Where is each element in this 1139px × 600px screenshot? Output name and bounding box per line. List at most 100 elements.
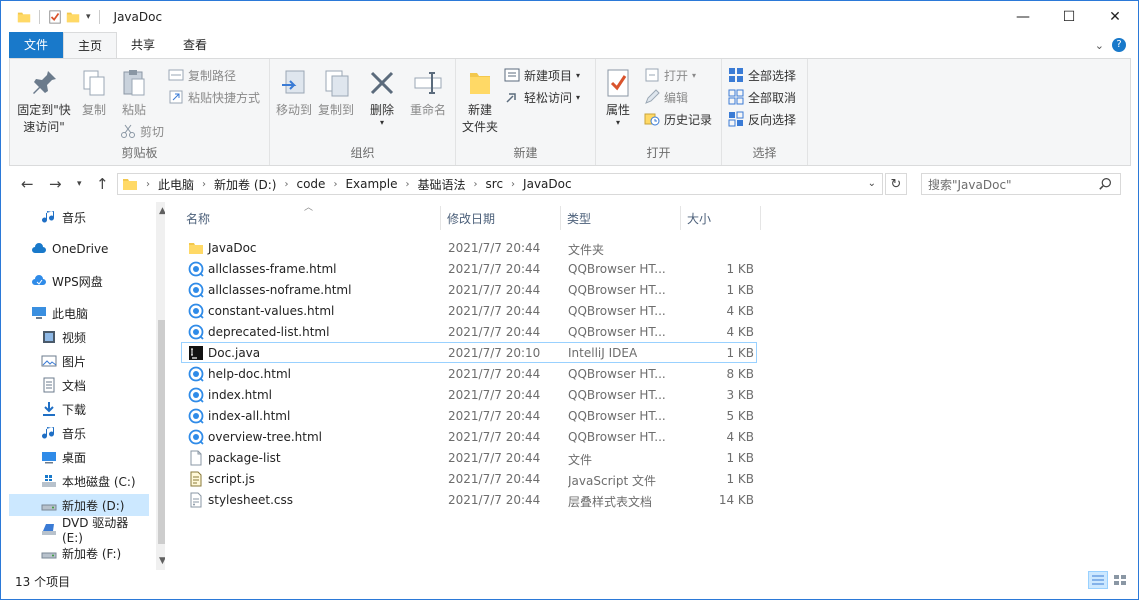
new-item-button[interactable]: 新建项目 ▾ bbox=[504, 65, 580, 85]
history-button[interactable]: 历史记录 bbox=[644, 109, 712, 129]
new-folder-button[interactable]: 新建 文件夹 bbox=[460, 67, 500, 136]
file-row[interactable]: script.js 2021/7/7 20:44 JavaScript 文件 1 KB bbox=[181, 468, 757, 489]
file-modified: 2021/7/7 20:44 bbox=[448, 262, 541, 276]
copy-path-button[interactable]: 复制路径 bbox=[168, 65, 236, 85]
column-divider[interactable] bbox=[760, 206, 761, 230]
file-row[interactable]: JavaDoc 2021/7/7 20:44 文件夹 bbox=[181, 237, 757, 258]
edit-button[interactable]: 编辑 bbox=[644, 87, 688, 107]
file-row[interactable]: help-doc.html 2021/7/7 20:44 QQBrowser HT.… bbox=[181, 363, 757, 384]
easy-access-dropdown-icon[interactable]: ▾ bbox=[576, 93, 580, 102]
invert-selection-button[interactable]: 反向选择 bbox=[728, 109, 796, 129]
minimize-button[interactable]: — bbox=[1000, 1, 1046, 32]
details-view-button[interactable] bbox=[1088, 571, 1108, 589]
nav-item[interactable]: 新加卷 (F:) bbox=[9, 542, 149, 564]
chevron-right-icon[interactable]: › bbox=[146, 179, 150, 190]
open-button[interactable]: 打开 ▾ bbox=[644, 65, 696, 85]
nav-item[interactable]: WPS网盘 bbox=[9, 270, 149, 292]
refresh-button[interactable]: ↻ bbox=[885, 173, 907, 195]
breadcrumb-item[interactable]: JavaDoc bbox=[523, 177, 572, 191]
chevron-right-icon[interactable]: › bbox=[406, 179, 410, 190]
file-row[interactable]: allclasses-noframe.html 2021/7/7 20:44 QQB… bbox=[181, 279, 757, 300]
rename-button[interactable]: 重命名 bbox=[406, 67, 450, 119]
nav-item[interactable]: 图片 bbox=[9, 350, 149, 372]
large-icons-view-button[interactable] bbox=[1110, 571, 1130, 589]
column-name[interactable]: 名称 bbox=[186, 210, 210, 227]
close-button[interactable]: ✕ bbox=[1092, 1, 1138, 32]
select-all-button[interactable]: 全部选择 bbox=[728, 65, 796, 85]
tab-file[interactable]: 文件 bbox=[9, 32, 64, 58]
help-icon[interactable]: ? bbox=[1112, 38, 1126, 52]
paste-shortcut-button[interactable]: 粘贴快捷方式 bbox=[168, 87, 260, 107]
chevron-right-icon[interactable]: › bbox=[511, 179, 515, 190]
file-row[interactable]: package-list 2021/7/7 20:44 文件 1 KB bbox=[181, 447, 757, 468]
nav-item[interactable]: 文档 bbox=[9, 374, 149, 396]
address-bar[interactable]: › 此电脑 › 新加卷 (D:) › code › Example › 基础语法… bbox=[117, 173, 883, 195]
tab-view[interactable]: 查看 bbox=[169, 32, 221, 58]
file-row[interactable]: constant-values.html 2021/7/7 20:44 QQBrow… bbox=[181, 300, 757, 321]
breadcrumb-item[interactable]: 此电脑 bbox=[158, 176, 194, 193]
open-dropdown-icon[interactable]: ▾ bbox=[692, 71, 696, 80]
nav-item[interactable]: DVD 驱动器 (E:) bbox=[9, 516, 149, 545]
recent-locations-chevron-icon[interactable]: ▾ bbox=[77, 179, 82, 189]
breadcrumb-item[interactable]: src bbox=[486, 177, 504, 191]
move-to-button[interactable]: 移动到 bbox=[274, 67, 314, 119]
scroll-up-icon[interactable]: ▲ bbox=[159, 206, 165, 216]
scroll-down-icon[interactable]: ▼ bbox=[159, 556, 165, 566]
back-arrow-icon[interactable]: ← bbox=[21, 175, 34, 193]
search-input[interactable]: 搜索"JavaDoc" bbox=[921, 173, 1121, 195]
nav-item[interactable]: 音乐 bbox=[9, 422, 149, 444]
ribbon-expand-icon[interactable]: ⌄ bbox=[1095, 39, 1104, 52]
forward-arrow-icon[interactable]: → bbox=[49, 175, 62, 193]
column-divider[interactable] bbox=[560, 206, 561, 230]
nav-item[interactable]: 本地磁盘 (C:) bbox=[9, 470, 149, 492]
tab-share[interactable]: 共享 bbox=[117, 32, 169, 58]
nav-item[interactable]: 此电脑 bbox=[9, 302, 149, 324]
nav-scrollbar[interactable]: ▲ ▼ bbox=[156, 202, 165, 570]
new-item-dropdown-icon[interactable]: ▾ bbox=[576, 71, 580, 80]
paste-button[interactable]: 粘贴 bbox=[116, 67, 152, 119]
cut-button[interactable]: 剪切 bbox=[120, 121, 164, 141]
scrollbar-thumb[interactable] bbox=[158, 320, 165, 544]
properties-button[interactable]: 属性 ▾ bbox=[600, 67, 636, 127]
maximize-button[interactable]: ☐ bbox=[1046, 1, 1092, 32]
properties-check-icon[interactable] bbox=[48, 9, 62, 24]
breadcrumb-item[interactable]: 新加卷 (D:) bbox=[214, 176, 276, 193]
file-row[interactable]: index.html 2021/7/7 20:44 QQBrowser HT... 3… bbox=[181, 384, 757, 405]
quick-access-dropdown-icon[interactable]: ▾ bbox=[86, 12, 91, 22]
chevron-right-icon[interactable]: › bbox=[202, 179, 206, 190]
column-size[interactable]: 大小 bbox=[687, 210, 711, 227]
column-type[interactable]: 类型 bbox=[567, 210, 591, 227]
file-row[interactable]: stylesheet.css 2021/7/7 20:44 层叠样式表文档 14 KB bbox=[181, 489, 757, 510]
copy-to-button[interactable]: 复制到 bbox=[316, 67, 356, 119]
copy-button[interactable]: 复制 bbox=[76, 67, 112, 119]
delete-dropdown-icon[interactable]: ▾ bbox=[380, 119, 384, 127]
nav-item[interactable]: OneDrive bbox=[9, 238, 149, 260]
chevron-right-icon[interactable]: › bbox=[474, 179, 478, 190]
file-row[interactable]: deprecated-list.html 2021/7/7 20:44 QQBrow… bbox=[181, 321, 757, 342]
easy-access-button[interactable]: 轻松访问 ▾ bbox=[504, 87, 580, 107]
file-row[interactable]: index-all.html 2021/7/7 20:44 QQBrowser HT… bbox=[181, 405, 757, 426]
breadcrumb-item[interactable]: Example bbox=[345, 177, 397, 191]
chevron-right-icon[interactable]: › bbox=[333, 179, 337, 190]
up-arrow-icon[interactable]: ↑ bbox=[96, 175, 109, 193]
nav-item[interactable]: 桌面 bbox=[9, 446, 149, 468]
column-divider[interactable] bbox=[440, 206, 441, 230]
breadcrumb-item[interactable]: code bbox=[296, 177, 325, 191]
nav-item[interactable]: 下载 bbox=[9, 398, 149, 420]
column-divider[interactable] bbox=[680, 206, 681, 230]
tab-home[interactable]: 主页 bbox=[63, 32, 118, 58]
pin-quick-access-button[interactable]: 固定到"快 速访问" bbox=[14, 67, 74, 136]
chevron-right-icon[interactable]: › bbox=[284, 179, 288, 190]
properties-dropdown-icon[interactable]: ▾ bbox=[616, 119, 620, 127]
select-none-button[interactable]: 全部取消 bbox=[728, 87, 796, 107]
new-folder-icon[interactable] bbox=[66, 10, 80, 24]
address-dropdown-icon[interactable]: ⌄ bbox=[868, 178, 876, 189]
file-row[interactable]: overview-tree.html 2021/7/7 20:44 QQBrowse… bbox=[181, 426, 757, 447]
file-row[interactable]: allclasses-frame.html 2021/7/7 20:44 QQBro… bbox=[181, 258, 757, 279]
breadcrumb-item[interactable]: 基础语法 bbox=[418, 176, 466, 193]
delete-button[interactable]: 删除 ▾ bbox=[364, 67, 400, 127]
column-modified[interactable]: 修改日期 bbox=[447, 210, 495, 227]
nav-item[interactable]: 视频 bbox=[9, 326, 149, 348]
file-row[interactable]: Doc.java 2021/7/7 20:10 IntelliJ IDEA 1 KB bbox=[181, 342, 757, 363]
nav-item[interactable]: 音乐 bbox=[9, 206, 149, 228]
